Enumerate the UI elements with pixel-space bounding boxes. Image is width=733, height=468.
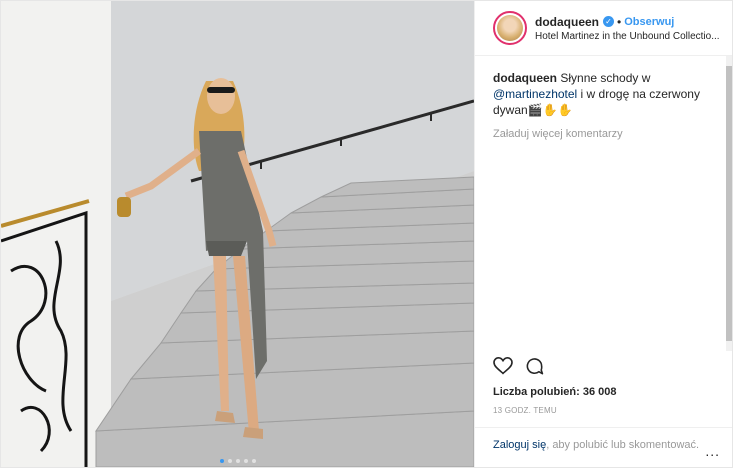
caption: dodaqueen Słynne schody w @martinezhotel… [493,70,716,118]
post-header: dodaqueen ✓ • Obserwuj Hotel Martinez in… [475,1,732,56]
comment-icon[interactable] [525,357,544,376]
follow-button[interactable]: Obserwuj [624,16,674,28]
username-link[interactable]: dodaqueen [535,15,599,29]
verified-badge-icon: ✓ [603,16,615,27]
carousel-dot[interactable] [219,459,224,463]
load-more-comments[interactable]: Załaduj więcej komentarzy [493,126,716,142]
carousel-dot[interactable] [227,459,232,463]
post-sidebar: dodaqueen ✓ • Obserwuj Hotel Martinez in… [474,1,732,467]
likes-count[interactable]: Liczba polubień: 36 008 [493,386,616,398]
post-photo[interactable] [1,1,474,467]
login-link[interactable]: Zaloguj się [493,439,546,451]
comments-section: dodaqueen Słynne schody w @martinezhotel… [475,56,732,142]
location-link[interactable]: Hotel Martinez in the Unbound Collectio.… [535,31,720,42]
heart-icon[interactable] [493,357,513,375]
login-prompt-text: , aby polubić lub skomentować. [546,439,700,451]
post-container: dodaqueen ✓ • Obserwuj Hotel Martinez in… [0,0,733,468]
separator-dot: • [617,14,622,29]
carousel-dot[interactable] [243,459,248,463]
more-options-icon[interactable]: ... [705,444,720,458]
caption-username[interactable]: dodaqueen [493,71,557,85]
carousel-dot[interactable] [251,459,256,463]
scrollbar-thumb[interactable] [726,66,732,341]
carousel-dot[interactable] [235,459,240,463]
post-timestamp[interactable]: 13 GODZ. TEMU [493,406,557,415]
action-bar [493,357,544,376]
login-prompt: Zaloguj się, aby polubić lub skomentować… [475,427,732,458]
mention-link[interactable]: @martinezhotel [493,87,577,101]
scrollbar[interactable] [726,56,732,351]
caption-text: Słynne schody w [557,71,651,85]
avatar[interactable] [493,11,527,45]
photo-image [1,1,474,467]
carousel-indicator [1,459,474,463]
